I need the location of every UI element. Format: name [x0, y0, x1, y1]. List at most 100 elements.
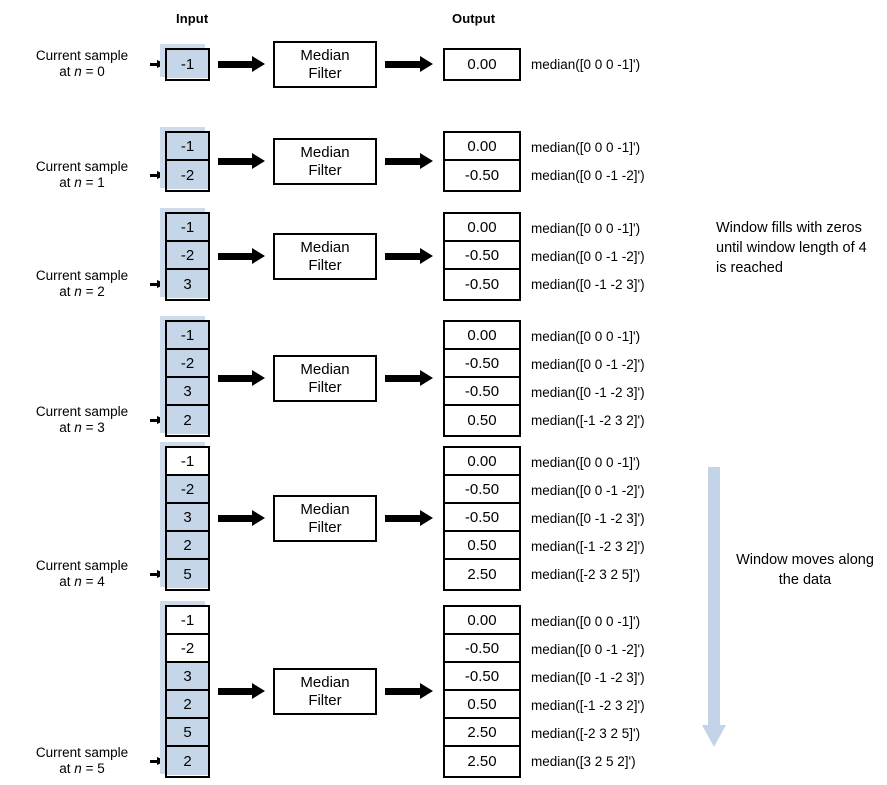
median-filter-diagram: Input Output Current sample at n = 0 -1 Med… [0, 0, 887, 785]
output-formula: median([0 -1 -2 3]') [531, 276, 645, 292]
input-to-filter-arrow-icon [218, 510, 265, 527]
current-sample-caption: Current sample at n = 2 [16, 268, 148, 300]
median-filter-label: Median Filter [300, 361, 349, 397]
input-stack: -1 -2 3 [165, 212, 210, 301]
caption-line-2: at n = 2 [59, 283, 105, 299]
median-filter-block: Median Filter [273, 355, 377, 402]
median-filter-label-line1: Median [300, 500, 350, 518]
filter-to-output-arrow-icon [385, 370, 433, 387]
median-filter-label-line2: Filter [308, 161, 342, 179]
input-to-filter-arrow-icon [218, 248, 265, 265]
caption-line-2: at n = 4 [59, 573, 105, 589]
median-filter-label: Median Filter [300, 239, 349, 275]
output-cell: 2.50 [467, 752, 497, 770]
median-filter-label-line1: Median [300, 238, 350, 256]
input-column-header: Input [176, 11, 209, 26]
input-to-filter-arrow-icon [218, 56, 265, 73]
output-formula: median([0 0 -1 -2]') [531, 356, 645, 372]
input-cell: -1 [167, 607, 208, 635]
output-cell: -0.50 [445, 242, 519, 270]
output-formula: median([0 -1 -2 3]') [531, 669, 645, 685]
input-cell: 2 [167, 691, 208, 719]
input-cell: 2 [167, 406, 208, 434]
median-filter-label: Median Filter [300, 501, 349, 537]
caption-line-2: at n = 3 [59, 419, 105, 435]
input-stack: -1 -2 3 2 [165, 320, 210, 437]
output-formula: median([-2 3 2 5]') [531, 725, 641, 741]
input-cell: 3 [167, 663, 208, 691]
median-filter-label: Median Filter [300, 144, 349, 180]
input-cell: 3 [167, 378, 208, 406]
median-filter-label-line2: Filter [308, 64, 342, 82]
caption-line-1: Current sample [35, 403, 129, 419]
input-cell: 2 [167, 747, 208, 775]
input-cell: -1 [167, 50, 208, 78]
output-cell: 0.00 [445, 607, 519, 635]
output-cell: 2.50 [467, 565, 497, 583]
output-formula: median([0 0 -1 -2]') [531, 167, 645, 183]
output-cell: 0.00 [445, 214, 519, 242]
caption-line-2: at n = 0 [59, 63, 105, 79]
caption-line-1: Current sample [35, 158, 129, 174]
output-formula: median([3 2 5 2]') [531, 753, 636, 769]
output-stack: 0.00 -0.50 -0.50 0.50 2.50 2.50 [443, 605, 521, 778]
input-cell: -1 [167, 133, 208, 161]
median-filter-label: Median Filter [300, 674, 349, 710]
output-cell: -0.50 [445, 350, 519, 378]
median-filter-label-line2: Filter [308, 256, 342, 274]
current-sample-caption: Current sample at n = 0 [16, 48, 148, 80]
filter-to-output-arrow-icon [385, 56, 433, 73]
input-cell: 2 [167, 532, 208, 560]
input-cell: 3 [167, 504, 208, 532]
output-formula: median([0 -1 -2 3]') [531, 384, 645, 400]
note-window-moves: Window moves along the data [736, 552, 874, 588]
input-cell: -2 [167, 635, 208, 663]
output-formula: median([0 0 0 -1]') [531, 220, 641, 236]
output-cell: -0.50 [445, 663, 519, 691]
current-sample-caption: Current sample at n = 5 [16, 745, 148, 777]
caption-line-2: at n = 1 [59, 174, 105, 190]
median-filter-block: Median Filter [273, 233, 377, 280]
output-formula: median([0 0 -1 -2]') [531, 641, 645, 657]
output-formula: median([0 0 0 -1]') [531, 56, 641, 72]
median-filter-label-line1: Median [300, 46, 350, 64]
caption-line-1: Current sample [35, 557, 129, 573]
median-filter-label-line1: Median [300, 143, 350, 161]
filter-to-output-arrow-icon [385, 153, 433, 170]
current-sample-caption: Current sample at n = 1 [16, 159, 148, 191]
filter-to-output-arrow-icon [385, 510, 433, 527]
output-stack: 0.00 -0.50 -0.50 0.50 2.50 [443, 446, 521, 591]
output-formula: median([-1 -2 3 2]') [531, 538, 645, 554]
output-stack: 0.00 -0.50 -0.50 0.50 [443, 320, 521, 437]
output-cell: -0.50 [445, 504, 519, 532]
input-cell: -2 [167, 476, 208, 504]
output-formula: median([0 0 -1 -2]') [531, 482, 645, 498]
median-filter-block: Median Filter [273, 495, 377, 542]
input-cell: -1 [167, 214, 208, 242]
caption-line-1: Current sample [35, 267, 129, 283]
input-cell: 5 [167, 719, 208, 747]
output-formula: median([0 0 -1 -2]') [531, 248, 645, 264]
output-column-header: Output [452, 11, 496, 26]
input-cell: -2 [167, 350, 208, 378]
median-filter-block: Median Filter [273, 138, 377, 185]
median-filter-label-line2: Filter [308, 378, 342, 396]
output-formula: median([0 0 0 -1]') [531, 454, 641, 470]
output-cell: -0.50 [464, 166, 500, 184]
filter-to-output-arrow-icon [385, 248, 433, 265]
note-window-fills: Window fills with zeros until window len… [716, 220, 867, 276]
input-cell: -1 [167, 448, 208, 476]
output-cell: -0.50 [464, 275, 500, 293]
output-formula: median([0 -1 -2 3]') [531, 510, 645, 526]
input-cell: -2 [167, 161, 208, 189]
input-to-filter-arrow-icon [218, 370, 265, 387]
output-formula: median([-2 3 2 5]') [531, 566, 641, 582]
current-sample-caption: Current sample at n = 3 [16, 404, 148, 436]
output-formula: median([0 0 0 -1]') [531, 139, 641, 155]
median-filter-label-line1: Median [300, 360, 350, 378]
output-cell: 0.50 [467, 411, 497, 429]
input-to-filter-arrow-icon [218, 683, 265, 700]
input-to-filter-arrow-icon [218, 153, 265, 170]
output-stack: 0.00 [443, 48, 521, 81]
median-filter-label-line2: Filter [308, 691, 342, 709]
